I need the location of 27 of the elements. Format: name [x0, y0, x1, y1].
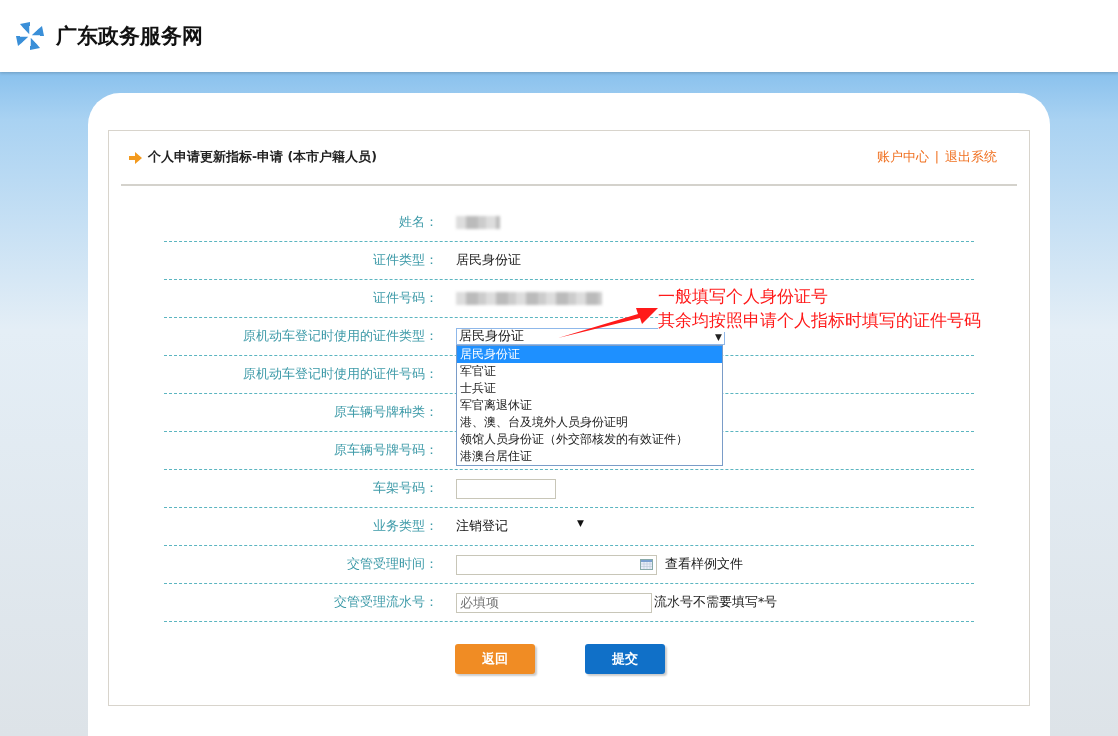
- field-label: 交管受理流水号：: [333, 594, 438, 611]
- field-label: 证件号码：: [372, 290, 438, 307]
- panel-title: 个人申请更新指标-申请 (本市户籍人员): [148, 149, 377, 166]
- form-button[interactable]: 提交: [585, 644, 665, 674]
- dropdown-select[interactable]: 居民身份证 ▼: [456, 328, 725, 345]
- field-label: 车架号码：: [372, 480, 438, 497]
- field-value: 居民身份证: [456, 252, 521, 269]
- field-label: 证件类型：: [372, 252, 438, 269]
- field-label: 原车辆号牌号码：: [333, 442, 438, 459]
- blurred-value: [456, 216, 500, 229]
- field-label: 原机动车登记时使用的证件号码：: [242, 366, 438, 383]
- date-field[interactable]: [456, 554, 657, 575]
- input-field[interactable]: [456, 478, 556, 499]
- site-title: 广东政务服务网: [56, 23, 203, 50]
- field-label: 姓名：: [398, 214, 438, 231]
- calendar-icon[interactable]: [640, 559, 653, 570]
- link-separator: |: [934, 149, 939, 166]
- sample-file-link[interactable]: 查看样例文件: [665, 556, 743, 573]
- field-label: 交管受理时间：: [346, 556, 438, 573]
- field-label: 业务类型：: [372, 518, 438, 535]
- input-field[interactable]: 必填项: [456, 592, 652, 613]
- field-note: 流水号不需要填写*号: [654, 594, 778, 611]
- arrow-right-icon: [129, 151, 142, 164]
- field-label: 原机动车登记时使用的证件类型：: [242, 328, 438, 345]
- pinwheel-logo-icon: [14, 20, 46, 52]
- field-label: 原车辆号牌种类：: [333, 404, 438, 421]
- select-field[interactable]: 注销登记 ▼: [456, 518, 584, 535]
